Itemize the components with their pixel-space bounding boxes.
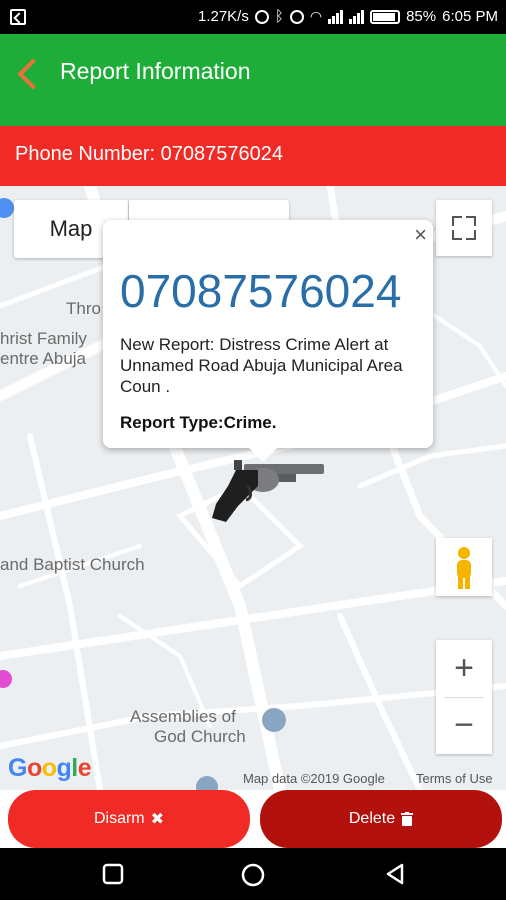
disarm-button[interactable]: Disarm ✖ <box>8 790 250 848</box>
zoom-in-button[interactable]: + <box>436 640 492 697</box>
location-icon <box>254 9 269 24</box>
close-x-icon: ✖ <box>150 811 165 828</box>
delete-label: Delete <box>348 810 396 827</box>
wifi-icon: ◠ <box>309 8 323 24</box>
recents-icon[interactable] <box>101 862 125 886</box>
status-icons: 1.27K/s ᛒ ◠ 85% 6:05 PM <box>198 8 498 25</box>
page-title: Report Information <box>60 58 251 84</box>
map-label-christ-family-line2: entre Abuja <box>0 349 87 368</box>
system-navigation-bar <box>0 848 506 900</box>
signal-icon <box>328 9 344 24</box>
map-attribution: Map data ©2019 Google <box>243 771 385 786</box>
info-window-message: New Report: Distress Crime Alert at Unna… <box>120 335 403 396</box>
map-view[interactable]: Thro hrist Family entre Abuja and Baptis… <box>0 186 506 790</box>
action-bar: Disarm ✖ Delete <box>0 790 506 848</box>
signal-icon-2 <box>349 9 365 24</box>
home-icon[interactable] <box>240 862 266 888</box>
trash-icon <box>401 812 414 826</box>
phone-number-banner: Phone Number: 07087576024 <box>0 126 506 186</box>
back-icon[interactable] <box>383 862 407 886</box>
info-window-close-button[interactable]: × <box>414 222 427 248</box>
report-info-window: × 07087576024 New Report: Distress Crime… <box>103 220 433 462</box>
fullscreen-icon <box>452 216 462 226</box>
disarm-label: Disarm <box>93 810 145 827</box>
alarm-icon <box>289 9 304 24</box>
delete-button[interactable]: Delete <box>260 790 502 848</box>
map-label-thro: Thro <box>66 299 101 318</box>
zoom-controls: + − <box>436 640 492 754</box>
google-logo: Google <box>8 754 92 782</box>
map-label-christ-family-line1: hrist Family <box>0 329 87 348</box>
app-bar: Report Information <box>0 34 506 126</box>
back-arrow-icon[interactable] <box>14 56 42 92</box>
bluetooth-icon: ᛒ <box>274 8 284 25</box>
info-window-phone: 07087576024 <box>120 265 402 317</box>
info-window-report-type: Report Type:Crime. <box>120 413 277 432</box>
battery-icon <box>370 9 401 24</box>
network-speed: 1.27K/s <box>197 8 249 25</box>
map-label-assemblies-line2: God Church <box>154 727 246 746</box>
map-label-baptist-church: and Baptist Church <box>0 555 145 574</box>
screenshot-icon <box>10 9 26 25</box>
pegman-icon <box>457 547 471 589</box>
battery-percent: 85% <box>406 8 437 25</box>
status-bar: 1.27K/s ᛒ ◠ 85% 6:05 PM <box>0 0 506 34</box>
map-label-assemblies-line1: Assemblies of <box>130 707 236 726</box>
church-icon[interactable] <box>262 708 286 732</box>
map-terms-link[interactable]: Terms of Use <box>416 771 493 786</box>
zoom-out-button[interactable]: − <box>436 697 492 754</box>
street-view-pegman-button[interactable] <box>436 538 492 596</box>
revolver-marker-icon[interactable] <box>208 456 328 526</box>
clock: 6:05 PM <box>442 8 498 25</box>
fullscreen-button[interactable] <box>436 200 492 256</box>
